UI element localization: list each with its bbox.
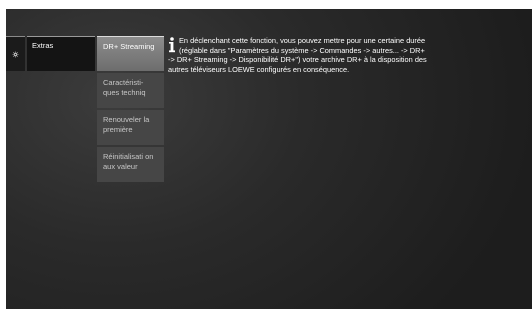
submenu-item-dr-streaming[interactable]: DR+ Streaming [97, 36, 164, 71]
info-description: En déclenchant cette fonction, vous pouv… [168, 36, 427, 74]
submenu-item-label: Renouveler la première [103, 115, 150, 134]
text-fade [154, 147, 164, 182]
gear-icon [12, 51, 19, 57]
tv-screen: Extras DR+ Streaming Caractéristi-ques t… [6, 9, 532, 309]
extras-submenu: DR+ Streaming Caractéristi-ques techniq … [97, 36, 164, 184]
menu-item-extras[interactable]: Extras [27, 36, 95, 71]
info-icon [169, 37, 175, 53]
submenu-item-label: Réinitialisati on aux valeur [103, 152, 154, 171]
submenu-item-label: Caractéristi-ques techniq [103, 78, 146, 97]
menu-item-extras-label: Extras [32, 41, 54, 50]
submenu-item-renew-first[interactable]: Renouveler la première [97, 110, 164, 145]
submenu-item-technical-characteristics[interactable]: Caractéristi-ques techniq [97, 73, 164, 108]
info-panel: En déclenchant cette fonction, vous pouv… [168, 36, 428, 74]
settings-tile[interactable] [6, 36, 25, 71]
text-fade [154, 73, 164, 108]
submenu-item-label: DR+ Streaming [103, 42, 155, 51]
submenu-item-reset-values[interactable]: Réinitialisati on aux valeur [97, 147, 164, 182]
text-fade [154, 110, 164, 145]
